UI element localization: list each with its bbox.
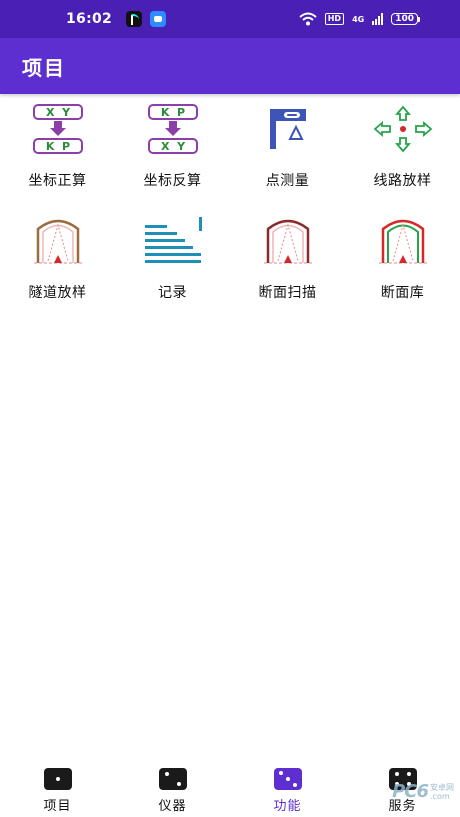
watermark-line1: 安卓网	[430, 782, 454, 792]
status-time: 16:02	[66, 11, 113, 27]
tile-point-measure[interactable]: 点测量	[230, 100, 345, 190]
status-left: 16:02	[66, 11, 167, 27]
dice-two-icon	[158, 768, 187, 790]
bottom-navigation: 项目 仪器 功能 服务	[0, 760, 460, 817]
nav-label: 仪器	[158, 799, 187, 814]
battery-level: 100	[391, 13, 418, 25]
tile-label: 隧道放样	[28, 285, 87, 301]
kp-to-xy-icon: K P X Y	[147, 104, 198, 154]
page-title: 项目	[22, 55, 66, 80]
tile-label: 坐标反算	[143, 173, 202, 189]
tile-section-library[interactable]: 断面库	[345, 212, 460, 302]
section-scan-icon	[263, 219, 312, 264]
watermark-line2: .com	[430, 791, 450, 801]
xy-to-kp-icon: X Y K P	[32, 104, 83, 154]
tile-record[interactable]: 记录	[115, 212, 230, 302]
inverse-output-label: X Y	[160, 140, 185, 153]
tile-label: 断面库	[380, 285, 425, 301]
point-measure-icon	[269, 109, 306, 149]
route-stakeout-icon	[373, 105, 432, 153]
app-bar: 项目	[0, 38, 460, 94]
message-notification-icon	[150, 11, 167, 27]
tile-coordinate-inverse[interactable]: K P X Y 坐标反算	[115, 100, 230, 190]
tile-label: 记录	[158, 285, 187, 301]
tile-tunnel-stakeout[interactable]: 隧道放样	[0, 212, 115, 302]
record-list-icon	[144, 217, 202, 263]
forward-input-label: X Y	[45, 106, 70, 119]
dice-one-icon	[43, 768, 72, 790]
tile-label: 断面扫描	[258, 285, 317, 301]
status-bar: 16:02 HD 4G 100	[0, 0, 460, 38]
tile-label: 坐标正算	[28, 173, 87, 189]
status-right: HD 4G 100	[299, 12, 420, 26]
battery-icon: 100	[391, 13, 420, 25]
tile-section-scan[interactable]: 断面扫描	[230, 212, 345, 302]
section-library-icon	[378, 219, 427, 264]
tile-coordinate-forward[interactable]: X Y K P 坐标正算	[0, 100, 115, 190]
dice-three-icon	[273, 768, 302, 790]
watermark-logo: PC6	[392, 781, 429, 802]
network-type-label: 4G	[352, 14, 365, 24]
forward-output-label: K P	[45, 140, 69, 153]
nav-item-function[interactable]: 功能	[230, 760, 345, 817]
inverse-input-label: K P	[160, 106, 184, 119]
tile-route-stakeout[interactable]: 线路放样	[345, 100, 460, 190]
hd-badge: HD	[324, 13, 345, 25]
tunnel-stakeout-icon	[33, 219, 82, 264]
watermark: PC6 安卓网 .com	[392, 781, 454, 802]
nav-item-project[interactable]: 项目	[0, 760, 115, 817]
function-grid: X Y K P 坐标正算 K P X Y 坐标反算 点测量 线路放样 隧道放样 …	[0, 100, 460, 302]
wifi-icon	[299, 12, 317, 26]
tile-label: 点测量	[265, 173, 310, 189]
nav-label: 项目	[43, 799, 72, 814]
tiktok-notification-icon	[126, 11, 143, 27]
nav-label: 功能	[273, 799, 302, 814]
nav-item-instrument[interactable]: 仪器	[115, 760, 230, 817]
signal-strength-icon	[372, 13, 384, 25]
tile-label: 线路放样	[373, 173, 432, 189]
